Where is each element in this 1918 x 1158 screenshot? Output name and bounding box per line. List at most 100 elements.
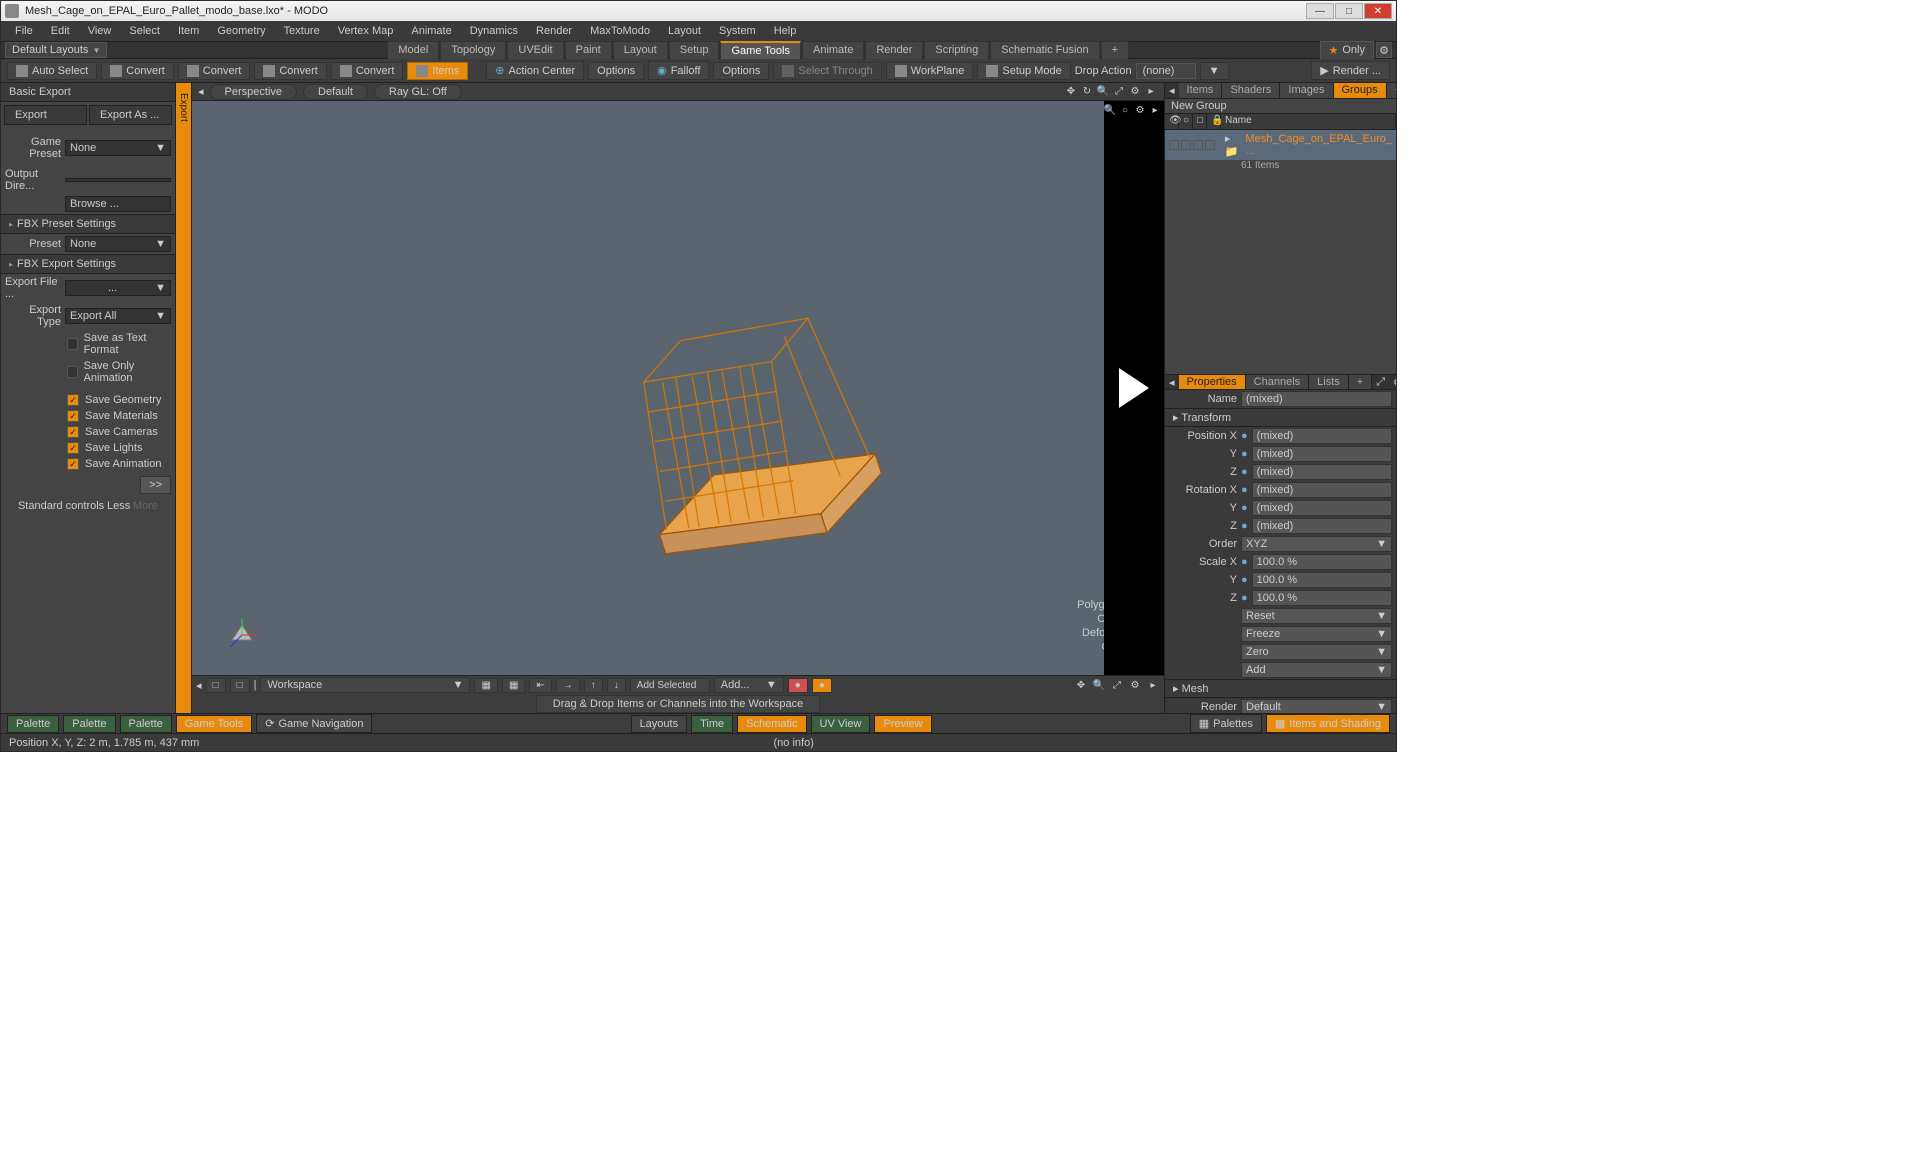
scly-field[interactable]: 100.0 %: [1252, 572, 1392, 588]
chk-animation[interactable]: Save Animation: [1, 456, 175, 472]
rotx-field[interactable]: (mixed): [1252, 482, 1392, 498]
menu-select[interactable]: Select: [121, 23, 168, 39]
zoom-icon[interactable]: 🔍: [1103, 103, 1117, 117]
menu-dynamics[interactable]: Dynamics: [462, 23, 526, 39]
tab-model[interactable]: Model: [387, 41, 439, 60]
add-selected-button[interactable]: Add Selected: [630, 678, 710, 693]
items-button[interactable]: Items: [407, 62, 468, 80]
palette-button-1[interactable]: Palette: [7, 715, 59, 733]
rptab-add[interactable]: +: [1387, 83, 1396, 98]
rotate-icon[interactable]: ↻: [1080, 85, 1094, 99]
fbx-preset-header[interactable]: FBX Preset Settings: [1, 214, 175, 234]
close-button[interactable]: ✕: [1364, 3, 1392, 19]
schem-icon-2[interactable]: □: [230, 678, 250, 693]
rp-menu-icon[interactable]: ◂: [1165, 83, 1179, 98]
viewport-perspective[interactable]: Perspective: [210, 84, 297, 100]
preview-play-overlay[interactable]: 🔍 ○ ⚙ ▸: [1104, 101, 1164, 675]
workspace-combo[interactable]: Workspace▼: [260, 677, 470, 693]
advance-button[interactable]: >>: [140, 476, 171, 494]
chk-cam[interactable]: Save Cameras: [1, 424, 175, 440]
rptab2-properties[interactable]: Properties: [1179, 375, 1246, 389]
time-button[interactable]: Time: [691, 715, 733, 733]
schem-grid-icon[interactable]: ▦: [474, 678, 497, 693]
layouts-button[interactable]: Layouts: [631, 715, 688, 733]
expand-icon[interactable]: ⤢: [1372, 375, 1389, 389]
workplane-button[interactable]: WorkPlane: [886, 62, 974, 80]
tab-scripting[interactable]: Scripting: [924, 41, 989, 60]
dropaction-combo[interactable]: (none): [1136, 63, 1196, 79]
roty-field[interactable]: (mixed): [1252, 500, 1392, 516]
gear-icon[interactable]: ⚙: [1389, 375, 1396, 389]
tab-uvedit[interactable]: UVEdit: [507, 41, 563, 60]
menu-edit[interactable]: Edit: [43, 23, 78, 39]
menu-file[interactable]: File: [7, 23, 41, 39]
gamenav-button[interactable]: ⟳Game Navigation: [256, 714, 372, 733]
layout-selector[interactable]: Default Layouts ▼: [5, 42, 107, 58]
gear-icon[interactable]: ⚙: [1128, 678, 1142, 692]
viewport-shading[interactable]: Default: [303, 84, 368, 100]
rptab-images[interactable]: Images: [1280, 83, 1333, 98]
axis-gizmo[interactable]: [222, 615, 262, 655]
convert-button-4[interactable]: Convert: [331, 62, 404, 80]
outputdir-input[interactable]: [65, 178, 171, 182]
order-combo[interactable]: XYZ▼: [1241, 536, 1392, 552]
rp2-menu-icon[interactable]: ◂: [1165, 375, 1179, 389]
schematic-dropzone[interactable]: Drag & Drop Items or Channels into the W…: [192, 694, 1164, 713]
menu-layout[interactable]: Layout: [660, 23, 709, 39]
menu-render[interactable]: Render: [528, 23, 580, 39]
gear-icon[interactable]: ⚙: [1133, 103, 1147, 117]
rptab-items[interactable]: Items: [1179, 83, 1223, 98]
expand-icon[interactable]: ⤢: [1110, 678, 1124, 692]
menu-vertexmap[interactable]: Vertex Map: [330, 23, 402, 39]
chk-light[interactable]: Save Lights: [1, 440, 175, 456]
settings-gear-icon[interactable]: ⚙: [1376, 42, 1392, 58]
render-button[interactable]: ▶Render ...: [1311, 61, 1390, 80]
menu-icon[interactable]: ▸: [1144, 85, 1158, 99]
menu-view[interactable]: View: [80, 23, 120, 39]
vis-icon[interactable]: [1181, 140, 1191, 150]
tab-paint[interactable]: Paint: [565, 41, 612, 60]
vtab-export[interactable]: Export: [176, 87, 191, 128]
convert-button-2[interactable]: Convert: [178, 62, 251, 80]
zoom-icon[interactable]: 🔍: [1092, 678, 1106, 692]
tab-gametools[interactable]: Game Tools: [720, 41, 801, 60]
rotz-field[interactable]: (mixed): [1252, 518, 1392, 534]
chk-geom[interactable]: Save Geometry: [1, 392, 175, 408]
schem-icon-1[interactable]: □: [206, 678, 226, 693]
schem-grid2-icon[interactable]: ▦: [502, 678, 525, 693]
gametools-button[interactable]: Game Tools: [176, 715, 253, 733]
zero-button[interactable]: Zero▼: [1241, 644, 1392, 660]
chevron-down-icon[interactable]: ▼: [1200, 62, 1229, 80]
chk-saveanim[interactable]: Save Only Animation: [1, 358, 175, 386]
rptab-shaders[interactable]: Shaders: [1222, 83, 1280, 98]
schematic-button[interactable]: Schematic: [737, 715, 806, 733]
uvview-button[interactable]: UV View: [811, 715, 871, 733]
tab-render[interactable]: Render: [865, 41, 923, 60]
zoom-icon[interactable]: 🔍: [1096, 85, 1110, 99]
tab-animate[interactable]: Animate: [802, 41, 864, 60]
schem-down-icon[interactable]: ↓: [607, 678, 626, 693]
move-icon[interactable]: ✥: [1064, 85, 1078, 99]
tab-add[interactable]: +: [1101, 41, 1129, 60]
name-field[interactable]: (mixed): [1241, 391, 1392, 407]
actioncenter-button[interactable]: ⊕Action Center: [486, 61, 584, 80]
schem-red-icon[interactable]: ●: [788, 678, 808, 693]
exportas-button[interactable]: Export As ...: [89, 105, 172, 125]
menu-help[interactable]: Help: [766, 23, 805, 39]
falloff-button[interactable]: ◉Falloff: [648, 61, 709, 80]
menu-texture[interactable]: Texture: [276, 23, 328, 39]
freeze-button[interactable]: Freeze▼: [1241, 626, 1392, 642]
expand-icon[interactable]: ⤢: [1112, 85, 1126, 99]
export-button[interactable]: Export: [4, 105, 87, 125]
menu-item[interactable]: Item: [170, 23, 207, 39]
render-combo[interactable]: Default▼: [1241, 699, 1392, 713]
lock-icon[interactable]: [1205, 140, 1215, 150]
menu-icon[interactable]: ▸: [1148, 103, 1162, 117]
new-group-button[interactable]: New Group: [1165, 99, 1396, 114]
gamepreset-combo[interactable]: None▼: [65, 140, 171, 156]
menu-maxtomodo[interactable]: MaxToModo: [582, 23, 658, 39]
selectthrough-button[interactable]: Select Through: [773, 62, 881, 80]
only-toggle[interactable]: ★ Only: [1320, 41, 1375, 60]
exportfile-combo[interactable]: ...▼: [65, 280, 171, 296]
mesh-section[interactable]: ▸ Mesh: [1165, 679, 1396, 698]
